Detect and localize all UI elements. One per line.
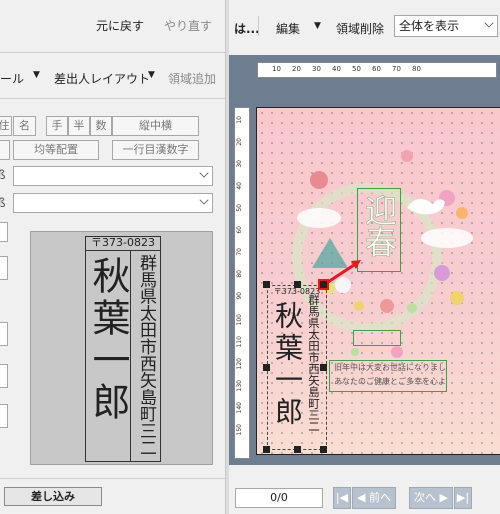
equal-spacing-button[interactable]: 均等配置 [13, 140, 99, 160]
next-page-button[interactable]: 次へ ▶ [409, 487, 453, 509]
ruler-tick-label: 60 [236, 226, 243, 234]
tool-menu[interactable]: ール [0, 70, 24, 87]
redo-button[interactable]: やり直す [164, 17, 212, 34]
tool-menu-chevron-icon[interactable]: ▼ [33, 70, 40, 80]
title-fragment: は... [234, 22, 260, 36]
chevron-down-icon [199, 168, 209, 178]
card-name: 秋葉一郎 [271, 301, 304, 429]
message-box[interactable]: 旧年中は大変お世話になりました 本年もよろしくお願い申し上げます あなたのご健康… [329, 360, 447, 392]
message-line-2: あなたのご健康とご多幸を心よりお祈り申し上げます [334, 377, 446, 386]
view-select-value: 全体を表示 [399, 19, 460, 33]
ruler-tick-label: 150 [236, 424, 243, 436]
ruler-tick-label: 90 [236, 292, 243, 300]
ruler-tick-label: 60 [372, 65, 381, 73]
ruler-tick-label: 120 [236, 358, 243, 370]
ruler-tick-label: 30 [236, 160, 243, 168]
ruler-tick-label: 70 [392, 65, 401, 73]
sender-layout-menu[interactable]: 差出人レイアウト [54, 70, 150, 87]
resize-handle-nw[interactable] [263, 281, 270, 288]
delete-area-button[interactable]: 領域削除 [336, 20, 384, 37]
edit-menu[interactable]: 編集 [276, 20, 300, 37]
red-arrow-icon [327, 260, 361, 284]
field-stub-3[interactable] [0, 364, 8, 388]
format-button-han[interactable]: 半 [68, 116, 90, 136]
greeting-text: 迎春 [360, 194, 399, 259]
right-panel: は... 編集 ▼ 領域削除 全体を表示 10 20 30 40 50 60 70 80 10… [229, 0, 500, 514]
ruler-tick-label: 40 [332, 65, 341, 73]
first-page-button[interactable]: |◀ [333, 487, 351, 509]
card-address: 群馬県太田市西矢島町三二 [307, 294, 321, 432]
format-button-ju[interactable]: 住 [0, 116, 12, 136]
prev-page-button[interactable]: ◀ 前へ [352, 487, 396, 509]
horizontal-ruler: 10 20 30 40 50 60 70 80 [257, 62, 497, 78]
format-button-te[interactable]: 手 [46, 116, 68, 136]
field-stub-2[interactable] [0, 322, 8, 346]
ruler-tick-label: 20 [236, 138, 243, 146]
ruler-tick-label: 50 [236, 204, 243, 212]
ruler-tick-label: 110 [236, 336, 243, 348]
page-counter: 0/0 [235, 488, 323, 508]
chevron-down-icon [484, 18, 494, 28]
resize-handle-e[interactable] [320, 364, 327, 371]
ruler-tick-label: 10 [272, 65, 281, 73]
preview-postal: 〒373-0823 [85, 236, 161, 251]
left-panel: 元に戻す やり直す ール ▼ 差出人レイアウト ▼ 領域追加 住 名 手 半 数… [0, 0, 225, 514]
combo1-label: ß [0, 168, 6, 182]
ruler-tick-label: 130 [236, 380, 243, 392]
toolbar-separator [258, 16, 259, 36]
bottom-divider [0, 478, 225, 479]
resize-handle-sw[interactable] [263, 446, 270, 453]
field-stub-4[interactable] [0, 404, 8, 428]
field-stub-1[interactable] [0, 256, 8, 280]
ruler-tick-label: 100 [236, 314, 243, 326]
ruler-tick-label: 10 [236, 116, 243, 124]
ruler-tick-label: 30 [312, 65, 321, 73]
resize-handle-se[interactable] [320, 446, 327, 453]
undo-button[interactable]: 元に戻す [96, 17, 144, 34]
format-button-stub[interactable] [0, 140, 10, 160]
ruler-tick-label: 80 [236, 270, 243, 278]
ruler-tick-label: 20 [292, 65, 301, 73]
small-text-box[interactable] [353, 330, 401, 346]
sender-preview: 〒373-0823 秋葉一郎 群馬県太田市西矢島町三二 [30, 231, 213, 465]
postcard[interactable]: 迎春 旧年中は大変お世話になりました 本年もよろしくお願い申し上げます あなたの… [256, 107, 500, 455]
menu-divider [0, 98, 225, 99]
format-button-na[interactable]: 名 [13, 116, 36, 136]
add-area-button[interactable]: 領域追加 [168, 70, 216, 87]
tategaki-yoko-button[interactable]: 縦中横 [112, 116, 199, 136]
format-button-su[interactable]: 数 [90, 116, 112, 136]
ruler-tick-label: 140 [236, 402, 243, 414]
ruler-tick-label: 80 [412, 65, 421, 73]
ruler-tick-label: 50 [352, 65, 361, 73]
resize-handle-s[interactable] [294, 446, 301, 453]
ruler-tick-label: 40 [236, 182, 243, 190]
edit-chevron-icon[interactable]: ▼ [314, 21, 321, 31]
vertical-ruler: 10 20 30 40 50 60 70 80 90 100 110 120 130 140 150 [234, 107, 250, 459]
card-canvas[interactable]: 10 20 30 40 50 60 70 80 10 20 30 40 50 60 70 80 90 100 11… [229, 55, 500, 465]
view-select[interactable]: 全体を表示 [394, 15, 498, 37]
last-page-button[interactable]: ▶| [454, 487, 472, 509]
chevron-down-icon [199, 195, 209, 205]
message-line-1: 旧年中は大変お世話になりました 本年もよろしくお願い申し上げます [334, 363, 447, 372]
combo2-label: ß [0, 196, 6, 210]
merge-button[interactable]: 差し込み [4, 487, 102, 506]
preview-address: 群馬県太田市西矢島町三二 [136, 254, 156, 456]
resize-handle-n[interactable] [294, 281, 301, 288]
checkbox-stub[interactable] [0, 222, 8, 242]
sender-layout-chevron-icon[interactable]: ▼ [148, 70, 155, 80]
ruler-tick-label: 70 [236, 248, 243, 256]
resize-handle-w[interactable] [263, 364, 270, 371]
first-line-kanji-numeral-button[interactable]: 一行目漢数字 [112, 140, 199, 160]
style-select[interactable] [13, 193, 213, 213]
preview-name: 秋葉一郎 [86, 256, 130, 424]
toolbar-divider [0, 52, 225, 53]
font-select[interactable] [13, 166, 213, 186]
